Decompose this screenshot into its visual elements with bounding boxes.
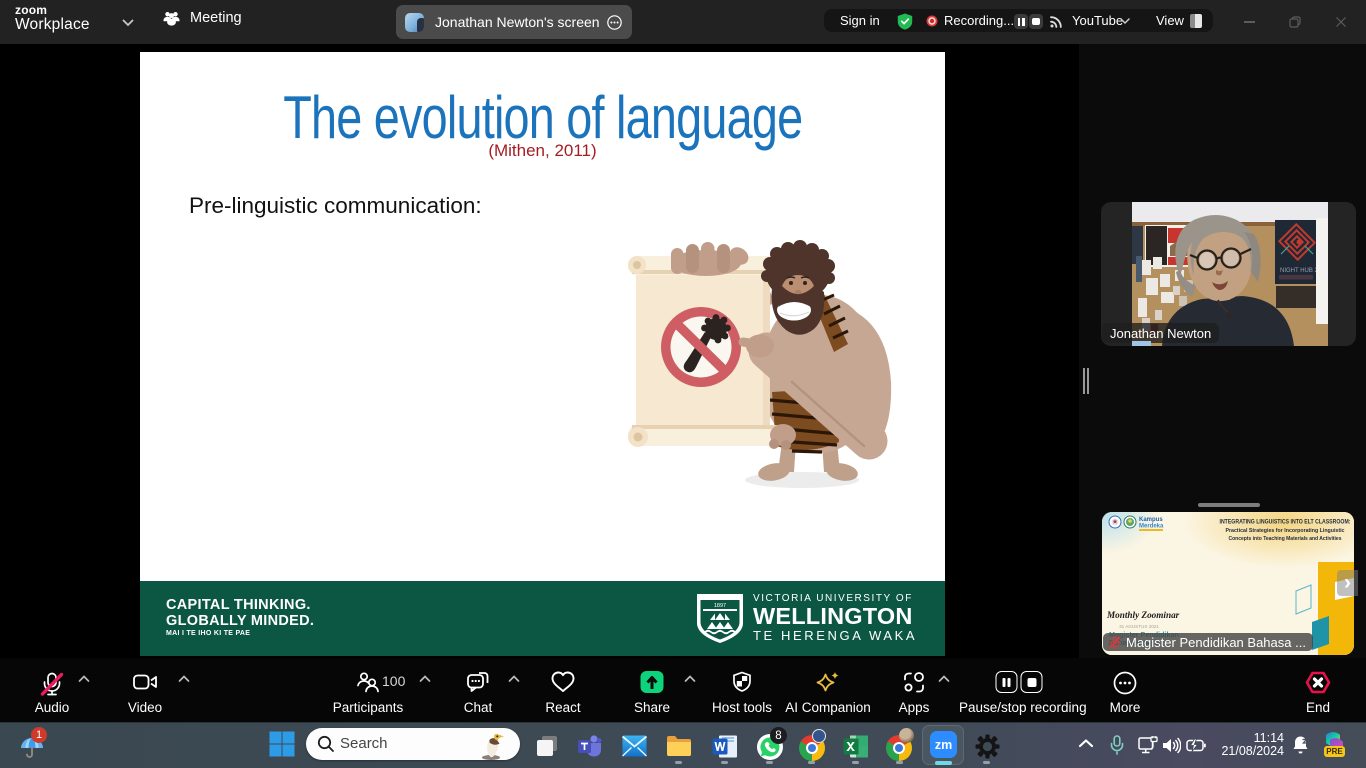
svg-text:Monthly Zoominar: Monthly Zoominar xyxy=(1106,610,1180,620)
svg-text:NIGHT HUB 2: NIGHT HUB 2 xyxy=(1280,268,1319,274)
svg-text:Merdeka: Merdeka xyxy=(1139,524,1164,530)
svg-text:31 AGUSTUS 2021: 31 AGUSTUS 2021 xyxy=(1119,624,1159,629)
svg-text:Practical Strategies for Incor: Practical Strategies for Incorporating L… xyxy=(1226,528,1346,534)
svg-text:INTEGRATING LINGUISTICS INTO E: INTEGRATING LINGUISTICS INTO ELT CLASSRO… xyxy=(1220,519,1351,526)
svg-text:Kampus: Kampus xyxy=(1139,517,1163,523)
svg-text:Concepts into Teaching Materia: Concepts into Teaching Materials and Act… xyxy=(1229,536,1343,542)
svg-text:1897: 1897 xyxy=(714,603,726,609)
